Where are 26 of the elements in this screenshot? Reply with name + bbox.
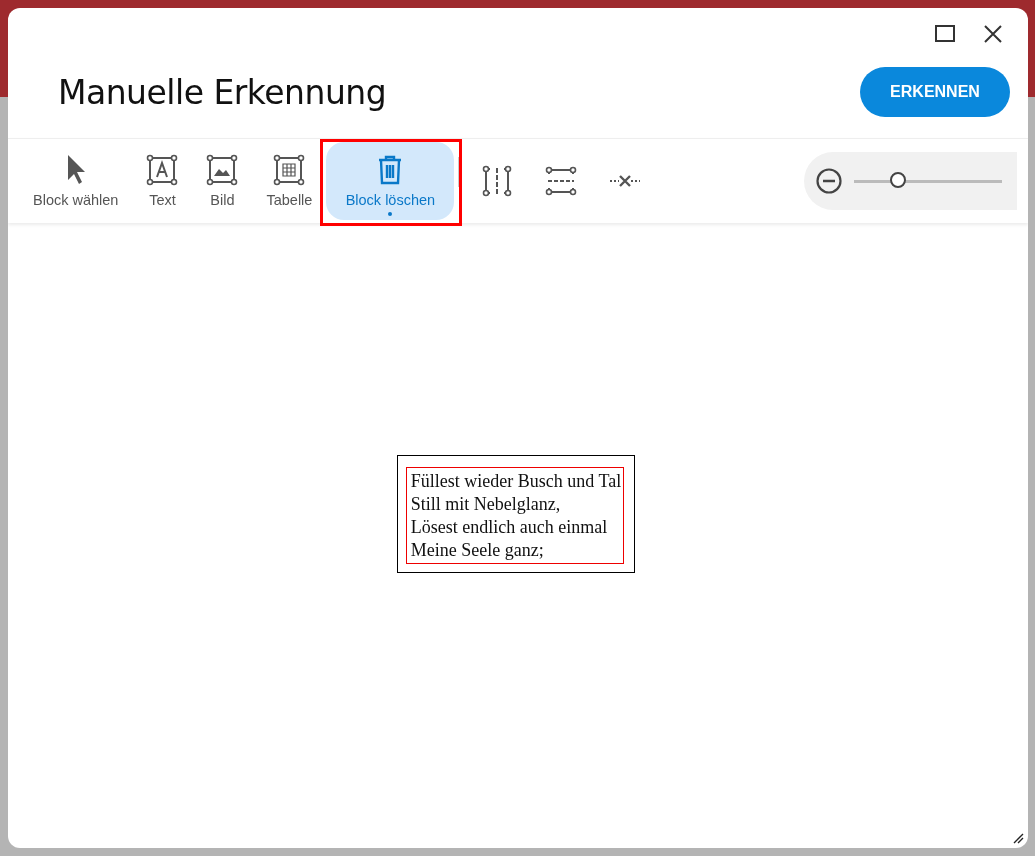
dialog-title: Manuelle Erkennung [58, 72, 387, 112]
resize-grip-icon[interactable] [1012, 832, 1024, 844]
vertical-split-icon [481, 165, 514, 197]
close-icon [984, 25, 1002, 43]
active-dot [388, 212, 393, 216]
text-block[interactable]: Füllest wieder Busch und Tal Still mit Nebelglanz, Lösest endlich auch einmal Meine Seele ganz; [405, 467, 625, 564]
text-tool-button[interactable]: Text [132, 142, 193, 220]
zoom-out-icon [816, 168, 842, 194]
slider-thumb[interactable] [890, 172, 907, 188]
delete-tool-button[interactable]: Block löschen [326, 142, 455, 220]
zoom-out-button[interactable] [816, 168, 842, 194]
text-line: Lösest endlich auch einmal [410, 516, 609, 539]
text-line: Still mit Nebelglanz, [410, 493, 562, 516]
horizontal-split-icon [545, 165, 578, 197]
text-frame-icon [146, 154, 179, 186]
table-tool-button[interactable]: Tabelle [252, 142, 327, 220]
table-frame-icon [273, 154, 306, 186]
recognize-button[interactable]: ERKENNEN [860, 67, 1010, 117]
maximize-icon [935, 25, 955, 43]
pointer-icon [65, 154, 86, 186]
image-tool-button[interactable]: Bild [192, 142, 253, 220]
text-line: Meine Seele ganz; [410, 539, 545, 562]
select-tool-button[interactable]: Block wählen [19, 142, 133, 220]
remove-separator-icon [609, 174, 642, 188]
image-frame-icon [206, 154, 239, 186]
text-line: Füllest wieder Busch und Tal [410, 470, 622, 493]
